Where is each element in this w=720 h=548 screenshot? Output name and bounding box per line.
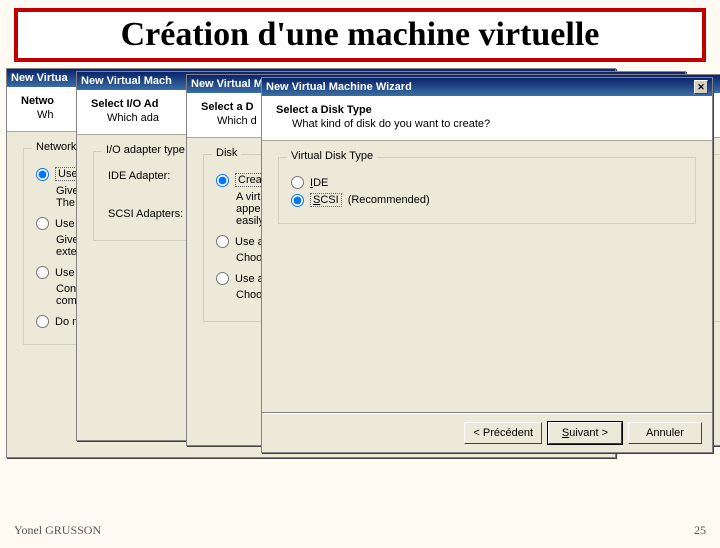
wizard-stack: New Virtua Netwo Wh Network Use Give The… <box>6 68 714 468</box>
radio-input[interactable] <box>291 176 304 189</box>
radio-input[interactable] <box>36 266 49 279</box>
radio-input[interactable] <box>36 168 49 181</box>
group-legend: Virtual Disk Type <box>287 150 377 162</box>
cancel-button[interactable]: Annuler <box>628 422 702 444</box>
wizard-body: Virtual Disk Type IDE SCSI (Recommended) <box>262 141 712 234</box>
titlebar[interactable]: New Virtual Machine Wizard ✕ <box>262 78 712 96</box>
radio-label: Use <box>55 267 75 279</box>
titlebar-text: New Virtual Ma <box>191 75 269 93</box>
footer-author: Yonel GRUSSON <box>14 523 101 538</box>
header-title: Select a Disk Type <box>276 104 692 116</box>
titlebar-text: New Virtual Mach <box>81 72 172 90</box>
radio-label: Do n <box>55 316 78 328</box>
group-legend: I/O adapter type <box>102 144 189 156</box>
next-button[interactable]: Suivant > <box>548 422 622 444</box>
radio-label: SCSI <box>310 193 342 207</box>
recommended-hint: (Recommended) <box>348 194 430 206</box>
group-legend: Network <box>32 141 80 153</box>
radio-input[interactable] <box>216 174 229 187</box>
radio-input[interactable] <box>216 235 229 248</box>
titlebar-text: New Virtual Machine Wizard <box>266 78 412 96</box>
close-icon[interactable]: ✕ <box>694 80 708 94</box>
radio-label: Use <box>55 218 75 230</box>
radio-input[interactable] <box>216 272 229 285</box>
footer-page: 25 <box>694 523 706 538</box>
radio-ide[interactable]: IDE <box>291 176 683 189</box>
wizard-header: Select a Disk Type What kind of disk do … <box>262 96 712 141</box>
group-legend: Disk <box>212 147 241 159</box>
radio-label: IDE <box>310 177 328 189</box>
slide-title: Création d'une machine virtuelle <box>121 16 600 53</box>
titlebar-text: New Virtua <box>11 69 68 87</box>
button-bar: < Précédent Suivant > Annuler <box>464 422 702 444</box>
wizard-disk-type: New Virtual Machine Wizard ✕ Select a Di… <box>261 77 713 453</box>
radio-scsi[interactable]: SCSI (Recommended) <box>291 193 683 207</box>
disk-type-group: Virtual Disk Type IDE SCSI (Recommended) <box>278 157 696 224</box>
radio-input[interactable] <box>36 315 49 328</box>
radio-input[interactable] <box>36 217 49 230</box>
slide-title-box: Création d'une machine virtuelle <box>14 8 706 62</box>
back-button[interactable]: < Précédent <box>464 422 542 444</box>
button-divider <box>262 412 712 414</box>
header-subtitle: What kind of disk do you want to create? <box>292 118 692 130</box>
radio-input[interactable] <box>291 194 304 207</box>
